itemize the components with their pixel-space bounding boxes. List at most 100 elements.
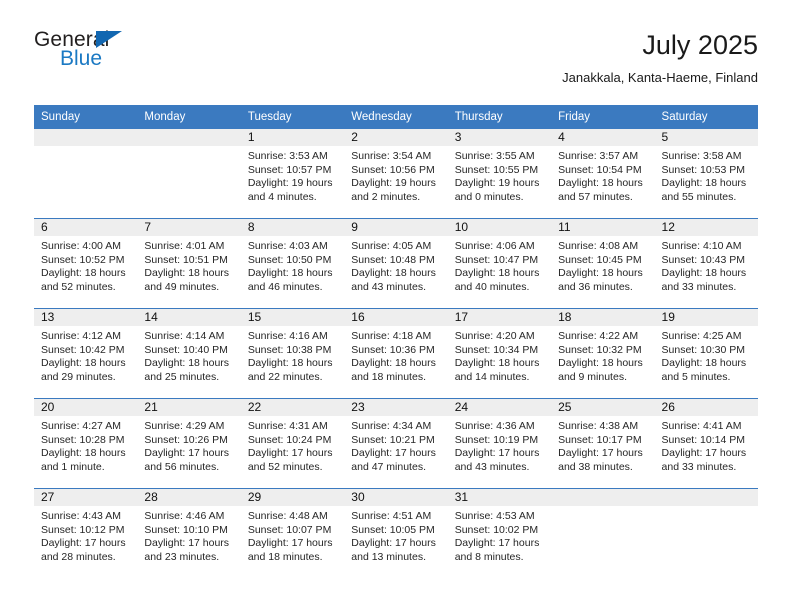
calendar-day-cell[interactable]: 28 Sunrise: 4:46 AM Sunset: 10:10 PM Daylig… [137, 488, 241, 578]
day-sun-info: Sunrise: 4:53 AM Sunset: 10:02 PM Daylight… [448, 506, 551, 564]
daylight-text: Daylight: 19 hours and 4 minutes. [247, 177, 333, 203]
day-cell-inner: 13 Sunrise: 4:12 AM Sunset: 10:42 PM Daylig… [34, 309, 138, 398]
sunset-text: Sunset: 10:24 PM [247, 433, 332, 446]
day-number: 19 [654, 309, 758, 326]
day-number: 4 [551, 129, 655, 146]
sunrise-text: Sunrise: 4:25 AM [661, 330, 742, 342]
day-sun-info: Sunrise: 4:20 AM Sunset: 10:34 PM Daylight… [448, 326, 551, 384]
sunset-text: Sunset: 10:43 PM [661, 253, 745, 266]
calendar-day-cell[interactable]: 1 Sunrise: 3:53 AM Sunset: 10:57 PM Dayligh… [240, 129, 345, 219]
day-number: 13 [34, 309, 138, 326]
sunrise-text: Sunrise: 4:00 AM [41, 240, 121, 252]
day-sun-info: Sunrise: 4:18 AM Sunset: 10:36 PM Daylight… [344, 326, 447, 384]
calendar-day-cell[interactable]: 14 Sunrise: 4:14 AM Sunset: 10:40 PM Daylig… [137, 308, 241, 399]
calendar-day-cell[interactable]: 10 Sunrise: 4:06 AM Sunset: 10:47 PM Daylig… [447, 218, 552, 309]
calendar-day-cell[interactable]: 9 Sunrise: 4:05 AM Sunset: 10:48 PM Dayligh… [344, 218, 448, 309]
sunrise-text: Sunrise: 4:51 AM [351, 510, 432, 522]
calendar-day-cell[interactable]: 5 Sunrise: 3:58 AM Sunset: 10:53 PM Dayligh… [654, 129, 758, 219]
calendar-empty-cell [137, 129, 241, 219]
calendar-day-cell[interactable]: 2 Sunrise: 3:54 AM Sunset: 10:56 PM Dayligh… [344, 129, 448, 219]
calendar-day-cell[interactable]: 31 Sunrise: 4:53 AM Sunset: 10:02 PM Daylig… [447, 488, 552, 578]
day-cell-inner: 17 Sunrise: 4:20 AM Sunset: 10:34 PM Daylig… [447, 309, 552, 398]
sunset-text: Sunset: 10:42 PM [41, 343, 125, 356]
calendar-day-cell[interactable]: 21 Sunrise: 4:29 AM Sunset: 10:26 PM Daylig… [137, 398, 241, 489]
day-cell-inner: 27 Sunrise: 4:43 AM Sunset: 10:12 PM Daylig… [34, 489, 138, 578]
sunset-text: Sunset: 10:12 PM [41, 523, 125, 536]
calendar-day-cell[interactable]: 27 Sunrise: 4:43 AM Sunset: 10:12 PM Daylig… [34, 488, 138, 578]
day-number: 25 [551, 399, 655, 416]
day-number: 28 [137, 489, 241, 506]
weekday-header-row: Sunday Monday Tuesday Wednesday Thursday… [34, 105, 758, 129]
sunset-text: Sunset: 10:57 PM [247, 163, 332, 176]
day-number: 10 [447, 219, 552, 236]
calendar-day-cell[interactable]: 4 Sunrise: 3:57 AM Sunset: 10:54 PM Dayligh… [551, 129, 655, 219]
day-sun-info: Sunrise: 4:27 AM Sunset: 10:28 PM Daylight… [34, 416, 137, 474]
calendar-day-cell[interactable]: 3 Sunrise: 3:55 AM Sunset: 10:55 PM Dayligh… [447, 129, 552, 219]
daylight-text: Daylight: 18 hours and 22 minutes. [247, 357, 333, 383]
day-number: 12 [654, 219, 758, 236]
weekday-header-monday: Monday [137, 105, 241, 129]
general-blue-logo[interactable]: General Blue [34, 28, 146, 74]
calendar-day-cell[interactable]: 6 Sunrise: 4:00 AM Sunset: 10:52 PM Dayligh… [34, 218, 138, 309]
daylight-text: Daylight: 17 hours and 33 minutes. [661, 447, 747, 473]
day-number: 6 [34, 219, 138, 236]
daylight-text: Daylight: 17 hours and 13 minutes. [351, 537, 436, 563]
sunrise-text: Sunrise: 4:22 AM [558, 330, 639, 342]
daylight-text: Daylight: 18 hours and 9 minutes. [558, 357, 643, 383]
calendar-day-cell[interactable]: 8 Sunrise: 4:03 AM Sunset: 10:50 PM Dayligh… [240, 218, 345, 309]
day-cell-inner: 24 Sunrise: 4:36 AM Sunset: 10:19 PM Daylig… [447, 399, 552, 488]
day-cell-inner [654, 489, 758, 578]
day-cell-inner: 31 Sunrise: 4:53 AM Sunset: 10:02 PM Daylig… [447, 489, 552, 578]
day-cell-inner: 5 Sunrise: 3:58 AM Sunset: 10:53 PM Dayligh… [654, 129, 758, 218]
calendar-day-cell[interactable]: 23 Sunrise: 4:34 AM Sunset: 10:21 PM Daylig… [344, 398, 448, 489]
calendar-day-cell[interactable]: 30 Sunrise: 4:51 AM Sunset: 10:05 PM Daylig… [344, 488, 448, 578]
day-sun-info: Sunrise: 4:14 AM Sunset: 10:40 PM Daylight… [137, 326, 240, 384]
calendar-day-cell[interactable]: 13 Sunrise: 4:12 AM Sunset: 10:42 PM Daylig… [34, 308, 138, 399]
day-cell-inner: 14 Sunrise: 4:14 AM Sunset: 10:40 PM Daylig… [137, 309, 241, 398]
day-number: 29 [240, 489, 345, 506]
sunset-text: Sunset: 10:34 PM [454, 343, 539, 356]
day-number: 2 [344, 129, 448, 146]
day-number: 9 [344, 219, 448, 236]
sunrise-text: Sunrise: 4:14 AM [144, 330, 225, 342]
day-cell-inner: 20 Sunrise: 4:27 AM Sunset: 10:28 PM Daylig… [34, 399, 138, 488]
daylight-text: Daylight: 18 hours and 46 minutes. [247, 267, 333, 293]
calendar-day-cell[interactable]: 15 Sunrise: 4:16 AM Sunset: 10:38 PM Daylig… [240, 308, 345, 399]
calendar-day-cell[interactable]: 20 Sunrise: 4:27 AM Sunset: 10:28 PM Daylig… [34, 398, 138, 489]
calendar-day-cell[interactable]: 22 Sunrise: 4:31 AM Sunset: 10:24 PM Daylig… [240, 398, 345, 489]
calendar-week-row: 27 Sunrise: 4:43 AM Sunset: 10:12 PM Daylig… [34, 488, 758, 578]
sunset-text: Sunset: 10:07 PM [247, 523, 332, 536]
calendar-day-cell[interactable]: 19 Sunrise: 4:25 AM Sunset: 10:30 PM Daylig… [654, 308, 758, 399]
day-cell-inner: 8 Sunrise: 4:03 AM Sunset: 10:50 PM Dayligh… [240, 219, 345, 308]
daylight-text: Daylight: 18 hours and 18 minutes. [351, 357, 436, 383]
calendar-day-cell[interactable]: 24 Sunrise: 4:36 AM Sunset: 10:19 PM Daylig… [447, 398, 552, 489]
day-sun-info: Sunrise: 4:16 AM Sunset: 10:38 PM Daylight… [241, 326, 344, 384]
sunrise-text: Sunrise: 4:38 AM [558, 420, 639, 432]
day-cell-inner: 29 Sunrise: 4:48 AM Sunset: 10:07 PM Daylig… [240, 489, 345, 578]
calendar-day-cell[interactable]: 18 Sunrise: 4:22 AM Sunset: 10:32 PM Daylig… [551, 308, 655, 399]
day-sun-info: Sunrise: 4:41 AM Sunset: 10:14 PM Daylight… [655, 416, 758, 474]
day-sun-info: Sunrise: 3:58 AM Sunset: 10:53 PM Daylight… [655, 146, 758, 204]
day-number [654, 489, 758, 506]
calendar-day-cell[interactable]: 12 Sunrise: 4:10 AM Sunset: 10:43 PM Daylig… [654, 218, 758, 309]
sunset-text: Sunset: 10:53 PM [661, 163, 745, 176]
day-cell-inner: 22 Sunrise: 4:31 AM Sunset: 10:24 PM Daylig… [240, 399, 345, 488]
day-sun-info: Sunrise: 3:53 AM Sunset: 10:57 PM Daylight… [241, 146, 344, 204]
sunrise-text: Sunrise: 4:53 AM [454, 510, 535, 522]
calendar-day-cell[interactable]: 29 Sunrise: 4:48 AM Sunset: 10:07 PM Daylig… [240, 488, 345, 578]
calendar-day-cell[interactable]: 25 Sunrise: 4:38 AM Sunset: 10:17 PM Daylig… [551, 398, 655, 489]
page-header: General Blue July 2025 Janakkala, Kanta-… [34, 0, 758, 85]
day-cell-inner: 12 Sunrise: 4:10 AM Sunset: 10:43 PM Daylig… [654, 219, 758, 308]
calendar-day-cell[interactable]: 26 Sunrise: 4:41 AM Sunset: 10:14 PM Daylig… [654, 398, 758, 489]
day-cell-inner: 7 Sunrise: 4:01 AM Sunset: 10:51 PM Dayligh… [137, 219, 241, 308]
day-cell-inner: 4 Sunrise: 3:57 AM Sunset: 10:54 PM Dayligh… [551, 129, 655, 218]
calendar-day-cell[interactable]: 16 Sunrise: 4:18 AM Sunset: 10:36 PM Daylig… [344, 308, 448, 399]
calendar-day-cell[interactable]: 11 Sunrise: 4:08 AM Sunset: 10:45 PM Daylig… [551, 218, 655, 309]
calendar-day-cell[interactable]: 17 Sunrise: 4:20 AM Sunset: 10:34 PM Daylig… [447, 308, 552, 399]
day-sun-info: Sunrise: 4:06 AM Sunset: 10:47 PM Daylight… [448, 236, 551, 294]
calendar-day-cell[interactable]: 7 Sunrise: 4:01 AM Sunset: 10:51 PM Dayligh… [137, 218, 241, 309]
sunset-text: Sunset: 10:47 PM [454, 253, 539, 266]
sunrise-text: Sunrise: 3:57 AM [558, 150, 639, 162]
daylight-text: Daylight: 18 hours and 52 minutes. [41, 267, 126, 293]
day-sun-info: Sunrise: 4:48 AM Sunset: 10:07 PM Daylight… [241, 506, 344, 564]
